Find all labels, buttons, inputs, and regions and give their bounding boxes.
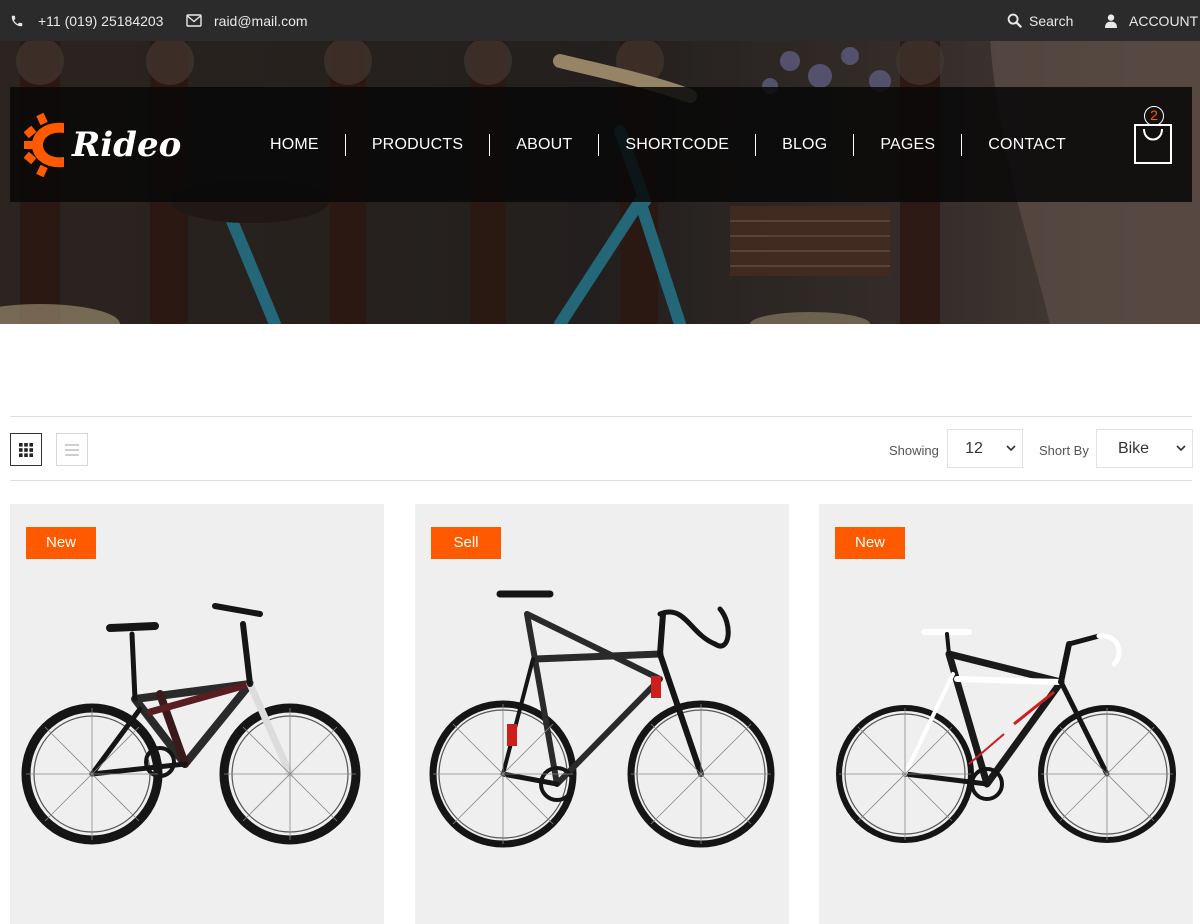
- nav-item-pages[interactable]: PAGES: [854, 136, 961, 154]
- mountain-bike-image: [21, 603, 361, 845]
- sort-select[interactable]: Bike: [1096, 429, 1193, 468]
- chevron-down-icon: [1170, 445, 1192, 452]
- product-card[interactable]: Sell: [415, 504, 789, 924]
- phone-contact[interactable]: +11 (019) 25184203: [10, 0, 163, 41]
- chevron-down-icon: [1000, 445, 1022, 452]
- gravel-bike-image: [429, 590, 775, 848]
- cart-button[interactable]: 2: [1132, 105, 1174, 167]
- search-link[interactable]: Search: [1007, 0, 1073, 41]
- gear-icon: [24, 112, 64, 178]
- account-label: ACCOUNT: [1129, 12, 1199, 29]
- main-navbar: Rideo HOME PRODUCTS ABOUT SHORTCODE BLOG…: [10, 87, 1192, 202]
- nav-item-home[interactable]: HOME: [254, 136, 345, 154]
- email-address: raid@mail.com: [214, 12, 308, 29]
- product-card[interactable]: New: [819, 504, 1193, 924]
- product-badge: Sell: [431, 527, 501, 559]
- nav-item-contact[interactable]: CONTACT: [962, 136, 1092, 154]
- showing-label: Showing: [889, 443, 939, 458]
- grid-view-button[interactable]: [10, 433, 42, 466]
- user-icon: [1105, 13, 1117, 28]
- top-bar: +11 (019) 25184203 raid@mail.com Search …: [0, 0, 1200, 41]
- product-toolbar: Showing 12 Short By Bike: [10, 416, 1193, 481]
- sort-label: Short By: [1039, 443, 1089, 458]
- phone-icon: [11, 15, 23, 26]
- brand-name: Rideo: [72, 125, 182, 165]
- list-view-button[interactable]: [56, 433, 88, 466]
- account-link[interactable]: ACCOUNT: [1105, 0, 1198, 41]
- showing-value: 12: [965, 439, 983, 457]
- nav-item-blog[interactable]: BLOG: [756, 136, 853, 154]
- email-contact[interactable]: raid@mail.com: [186, 0, 308, 41]
- search-icon: [1007, 13, 1022, 28]
- product-badge: New: [26, 527, 96, 559]
- envelope-icon: [186, 14, 202, 27]
- search-label: Search: [1029, 12, 1074, 29]
- product-badge: New: [835, 527, 905, 559]
- hero-banner: Rideo HOME PRODUCTS ABOUT SHORTCODE BLOG…: [0, 41, 1200, 324]
- phone-number: +11 (019) 25184203: [38, 12, 164, 29]
- list-icon: [65, 443, 79, 456]
- nav-item-products[interactable]: PRODUCTS: [346, 136, 489, 154]
- primary-nav: HOME PRODUCTS ABOUT SHORTCODE BLOG PAGES…: [254, 87, 1092, 202]
- brand-logo[interactable]: Rideo: [24, 111, 181, 179]
- road-bike-image: [836, 629, 1176, 843]
- nav-item-shortcode[interactable]: SHORTCODE: [599, 136, 755, 154]
- grid-icon: [19, 442, 33, 457]
- sort-value: Bike: [1117, 439, 1150, 457]
- product-card[interactable]: New: [10, 504, 384, 924]
- nav-item-about[interactable]: ABOUT: [490, 136, 598, 154]
- cart-count-badge: 2: [1144, 106, 1164, 126]
- showing-select[interactable]: 12: [947, 429, 1023, 468]
